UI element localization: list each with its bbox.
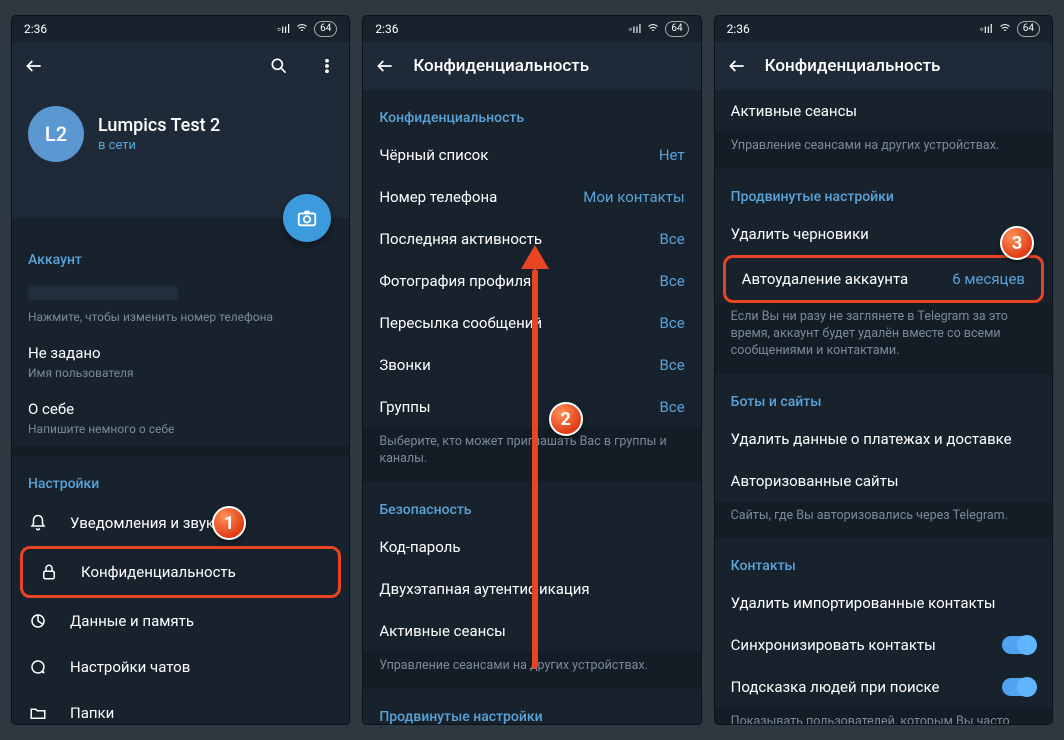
- row-lastseen[interactable]: Последняя активностьВсе: [363, 218, 700, 260]
- more-icon[interactable]: [317, 56, 337, 76]
- row-delete-contacts[interactable]: Удалить импортированные контакты: [715, 582, 1052, 624]
- row-username[interactable]: Не задано Имя пользователя: [12, 334, 349, 390]
- signal-icon: ◦ııl: [980, 22, 993, 36]
- row-blacklist[interactable]: Чёрный списокНет: [363, 134, 700, 176]
- row-autodelete[interactable]: Автоудаление аккаунта 6 месяцев: [726, 258, 1041, 300]
- status-bar: 2:36 ◦ııl 64: [715, 16, 1052, 42]
- folder-icon: [28, 704, 48, 722]
- row-sync-contacts[interactable]: Синхронизировать контакты: [715, 624, 1052, 666]
- phone-hint: Нажмите, чтобы изменить номер телефона: [28, 310, 273, 324]
- page-title: Конфиденциальность: [413, 56, 589, 76]
- phone-privacy-bottom: 2:36 ◦ııl 64 Конфиденциальность Активные…: [715, 16, 1052, 724]
- status-bar: 2:36 ◦ııl 64: [363, 16, 700, 42]
- hint-groups: Выберите, кто может приглашать Вас в гру…: [363, 428, 700, 482]
- signal-icon: ◦ııl: [628, 22, 641, 36]
- row-phone-visibility[interactable]: Номер телефонаМои контакты: [363, 176, 700, 218]
- hint-sites: Сайты, где Вы авторизовались через Teleg…: [715, 502, 1052, 539]
- profile-status: в сети: [98, 138, 220, 153]
- section-contacts: Контакты: [715, 538, 1052, 582]
- row-sessions[interactable]: Активные сеансы: [715, 90, 1052, 132]
- chat-icon: [28, 658, 48, 676]
- row-privacy[interactable]: Конфиденциальность: [23, 549, 338, 595]
- step-badge-2: 2: [549, 402, 583, 436]
- row-notifications[interactable]: Уведомления и звук: [12, 500, 349, 546]
- section-settings: Настройки: [12, 456, 349, 500]
- wifi-icon: [295, 22, 309, 37]
- row-data[interactable]: Данные и память: [12, 598, 349, 644]
- row-chats[interactable]: Настройки чатов: [12, 644, 349, 690]
- profile-header: L2 Lumpics Test 2 в сети: [12, 90, 349, 218]
- step-badge-3: 3: [1000, 226, 1034, 260]
- search-icon[interactable]: [269, 56, 289, 76]
- app-bar: Конфиденциальность: [363, 42, 700, 90]
- row-calls[interactable]: ЗвонкиВсе: [363, 344, 700, 386]
- status-time: 2:36: [24, 22, 47, 36]
- hint-sessions: Управление сеансами на других устройства…: [715, 132, 1052, 169]
- row-payment-data[interactable]: Удалить данные о платежах и доставке: [715, 418, 1052, 460]
- section-advanced: Продвинутые настройки: [715, 169, 1052, 213]
- callout-privacy: Конфиденциальность: [20, 546, 341, 598]
- bell-icon: [28, 514, 48, 532]
- battery-level: 64: [1017, 21, 1040, 37]
- wifi-icon: [998, 22, 1012, 37]
- row-sessions[interactable]: Активные сеансы: [363, 610, 700, 652]
- app-bar: [12, 42, 349, 90]
- row-profile-photo[interactable]: Фотография профиляВсе: [363, 260, 700, 302]
- callout-autodelete: Автоудаление аккаунта 6 месяцев: [723, 255, 1044, 303]
- row-passcode[interactable]: Код-пароль: [363, 526, 700, 568]
- hint-suggest: Показывать пользователей, которым Вы час…: [715, 708, 1052, 724]
- row-twostep[interactable]: Двухэтапная аутентификация: [363, 568, 700, 610]
- row-bio[interactable]: О себе Напишите немного о себе: [12, 390, 349, 446]
- profile-name: Lumpics Test 2: [98, 115, 220, 136]
- back-icon[interactable]: [727, 56, 747, 76]
- battery-level: 64: [665, 21, 688, 37]
- pie-icon: [28, 612, 48, 630]
- lock-icon: [39, 563, 59, 581]
- toggle-suggest[interactable]: [1002, 678, 1036, 696]
- hint-autodelete: Если Вы ни разу не заглянете в Telegram …: [715, 303, 1052, 374]
- status-bar: 2:36 ◦ııl 64: [12, 16, 349, 42]
- section-bots: Боты и сайты: [715, 374, 1052, 418]
- wifi-icon: [646, 22, 660, 37]
- row-authorized-sites[interactable]: Авторизованные сайты: [715, 460, 1052, 502]
- phone-privacy-top: 2:36 ◦ııl 64 Конфиденциальность Конфиден…: [363, 16, 700, 724]
- row-phone-number[interactable]: Нажмите, чтобы изменить номер телефона: [12, 276, 349, 334]
- phone-settings: 2:36 ◦ııl 64 L2 Lumpics: [12, 16, 349, 724]
- page-title: Конфиденциальность: [765, 56, 941, 76]
- hint-sessions: Управление сеансами на других устройства…: [363, 652, 700, 689]
- toggle-sync[interactable]: [1002, 636, 1036, 654]
- app-bar: Конфиденциальность: [715, 42, 1052, 90]
- status-time: 2:36: [727, 22, 750, 36]
- section-security: Безопасность: [363, 482, 700, 526]
- row-forwarding[interactable]: Пересылка сообщенийВсе: [363, 302, 700, 344]
- avatar[interactable]: L2: [28, 106, 84, 162]
- back-icon[interactable]: [375, 56, 395, 76]
- row-suggest-people[interactable]: Подсказка людей при поиске: [715, 666, 1052, 708]
- camera-fab[interactable]: [283, 194, 331, 242]
- section-advanced: Продвинутые настройки: [363, 689, 700, 724]
- signal-icon: ◦ııl: [277, 22, 290, 36]
- row-folders[interactable]: Папки: [12, 690, 349, 724]
- battery-level: 64: [314, 21, 337, 37]
- back-icon[interactable]: [24, 56, 44, 76]
- status-time: 2:36: [375, 22, 398, 36]
- section-privacy: Конфиденциальность: [363, 90, 700, 134]
- row-groups[interactable]: ГруппыВсе: [363, 386, 700, 428]
- phone-number-blurred: [28, 286, 178, 300]
- step-badge-1: 1: [212, 506, 246, 540]
